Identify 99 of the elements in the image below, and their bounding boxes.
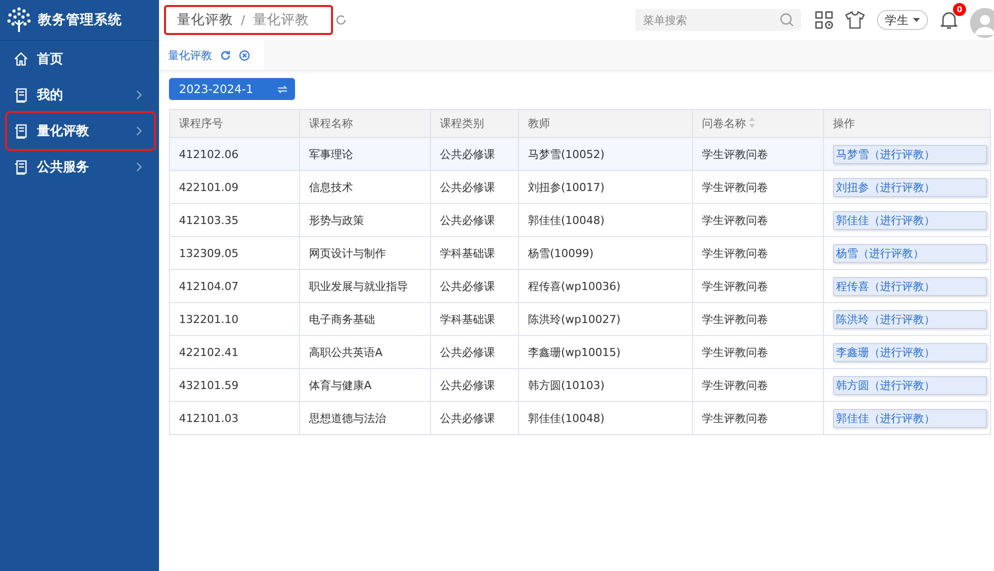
column-header: 课程名称 [300, 110, 430, 138]
table-cell: 军事理论 [309, 148, 353, 160]
table-cell: 电子商务基础 [309, 312, 375, 326]
refresh-icon[interactable] [335, 14, 348, 26]
table-row[interactable]: 422102.41 高职公共英语A 公共必修课 李鑫珊(wp10015) 学生评教问卷 李鑫珊（进行评教） [170, 336, 990, 368]
page-tab[interactable]: 量化评教 [159, 40, 264, 70]
table-cell: 学科基础课 [440, 246, 495, 260]
semester-select[interactable]: 2023-2024-1 [169, 78, 295, 100]
column-header: 课程类别 [430, 110, 518, 138]
table-cell: 学生评教问卷 [702, 346, 768, 358]
grid-clock-icon[interactable] [815, 11, 833, 29]
evaluate-button[interactable]: 郭佳佳（进行评教） [833, 408, 987, 428]
breadcrumb-separator: / [241, 13, 246, 27]
table-row[interactable]: 432101.59 体育与健康A 公共必修课 韩方圆(10103) 学生评教问卷 韩方圆（进行评教） [170, 368, 990, 402]
table-cell: 职业发展与就业指导 [309, 280, 408, 292]
bell-icon[interactable] [940, 10, 958, 30]
breadcrumb-item[interactable]: 量化评教 [177, 11, 233, 29]
role-dropdown[interactable]: 学生 [877, 10, 928, 30]
table-cell: 韩方圆(10103) [528, 378, 605, 392]
table-cell: 公共必修课 [440, 280, 495, 292]
table-cell: 信息技术 [309, 180, 353, 194]
table-cell: 公共必修课 [440, 412, 495, 424]
shirt-icon[interactable] [845, 11, 865, 29]
table-cell: 网页设计与制作 [309, 246, 386, 260]
table-cell: 公共必修课 [440, 346, 495, 358]
table-cell: 432101.59 [179, 378, 238, 392]
evaluate-button[interactable]: 程传喜（进行评教） [833, 276, 987, 296]
table-cell: 412101.03 [179, 412, 238, 424]
document-icon [13, 159, 29, 175]
swap-icon [278, 86, 287, 92]
evaluate-button[interactable]: 郭佳佳（进行评教） [833, 210, 987, 230]
table-cell: 412104.07 [179, 280, 238, 292]
table-cell: 刘扭参(10017) [528, 180, 605, 194]
table-cell: 412102.06 [179, 148, 238, 160]
sidebar-item[interactable]: 首页 [7, 41, 154, 77]
table-row[interactable]: 132201.10 电子商务基础 学科基础课 陈洪玲(wp10027) 学生评教问卷 陈洪玲（进行评教） [170, 302, 990, 336]
table-row[interactable]: 412101.03 思想道德与法治 公共必修课 郭佳佳(10048) 学生评教问卷 郭佳佳（进行评教） [170, 402, 990, 434]
table-cell: 杨雪(10099) [528, 246, 594, 260]
table-cell: 体育与健康A [309, 378, 372, 392]
close-icon[interactable] [239, 50, 250, 60]
sidebar-item[interactable]: 我的 [7, 77, 154, 113]
table-cell: 132309.05 [179, 246, 238, 260]
table-row[interactable]: 422101.09 信息技术 公共必修课 刘扭参(10017) 学生评教问卷 刘扭参（进行评教） [170, 170, 990, 204]
table-cell: 思想道德与法治 [309, 412, 386, 424]
evaluate-button[interactable]: 李鑫珊（进行评教） [833, 342, 987, 362]
table-cell: 陈洪玲(wp10027) [528, 312, 621, 326]
column-header: 课程序号 [170, 110, 300, 138]
chevron-right-icon [136, 162, 142, 172]
refresh-icon[interactable] [220, 50, 231, 60]
column-header: 操作 [824, 110, 990, 138]
evaluate-button[interactable]: 杨雪（进行评教） [833, 244, 987, 262]
column-header: 问卷名称 [692, 110, 824, 138]
table-cell: 高职公共英语A [309, 346, 383, 358]
table-row[interactable]: 412104.07 职业发展与就业指导 公共必修课 程传喜(wp10036) 学生评教问卷 程传喜（进行评教） [170, 270, 990, 302]
table-cell: 学生评教问卷 [702, 412, 768, 424]
sidebar-item[interactable]: 量化评教 [7, 113, 154, 149]
table-cell: 412103.35 [179, 214, 238, 226]
table-cell: 学生评教问卷 [702, 246, 768, 260]
evaluate-button[interactable]: 马梦雪（进行评教） [833, 144, 987, 164]
table-cell: 学生评教问卷 [702, 180, 768, 194]
table-cell: 学生评教问卷 [702, 280, 768, 292]
sidebar-item[interactable]: 公共服务 [7, 149, 154, 185]
evaluate-button[interactable]: 刘扭参（进行评教） [833, 178, 987, 196]
house-icon [13, 51, 29, 67]
document-icon [13, 123, 29, 139]
table-cell: 学生评教问卷 [702, 378, 768, 392]
table-cell: 形势与政策 [309, 214, 364, 226]
evaluate-button[interactable]: 韩方圆（进行评教） [833, 376, 987, 394]
table-cell: 学生评教问卷 [702, 312, 768, 326]
evaluate-button[interactable]: 陈洪玲（进行评教） [833, 310, 987, 328]
chevron-right-icon [136, 126, 142, 136]
table-row[interactable]: 412103.35 形势与政策 公共必修课 郭佳佳(10048) 学生评教问卷 郭佳佳（进行评教） [170, 204, 990, 236]
search-field[interactable]: 菜单搜索 [635, 9, 801, 31]
table-row[interactable]: 132309.05 网页设计与制作 学科基础课 杨雪(10099) 学生评教问卷 杨雪（进行评教） [170, 236, 990, 270]
column-header: 教师 [518, 110, 692, 138]
table-cell: 公共必修课 [440, 180, 495, 194]
breadcrumb-item[interactable]: 量化评教 [253, 11, 310, 29]
table-cell: 学科基础课 [440, 312, 495, 326]
table-row[interactable]: 412102.06 军事理论 公共必修课 马梦雪(10052) 学生评教问卷 马梦雪（进行评教） [170, 138, 990, 170]
table-cell: 学生评教问卷 [702, 214, 768, 226]
document-icon [13, 87, 29, 103]
table-cell: 李鑫珊(wp10015) [528, 346, 621, 358]
search-icon [780, 13, 794, 27]
table-cell: 公共必修课 [440, 378, 495, 392]
table-cell: 程传喜(wp10036) [528, 280, 621, 292]
chevron-right-icon [136, 90, 142, 100]
table-cell: 422102.41 [179, 346, 238, 358]
table-cell: 132201.10 [179, 312, 238, 326]
table-cell: 学生评教问卷 [702, 148, 768, 160]
table-cell: 422101.09 [179, 180, 238, 194]
table-cell: 郭佳佳(10048) [528, 214, 605, 226]
caret-down-icon [913, 18, 920, 22]
notification-badge: 0 [953, 3, 966, 16]
table-cell: 公共必修课 [440, 214, 495, 226]
table-cell: 公共必修课 [440, 148, 495, 160]
app-title: 教务管理系统 [38, 11, 122, 29]
table-cell: 马梦雪(10052) [528, 148, 605, 160]
table-cell: 郭佳佳(10048) [528, 412, 605, 424]
tree-logo-icon [6, 7, 32, 33]
